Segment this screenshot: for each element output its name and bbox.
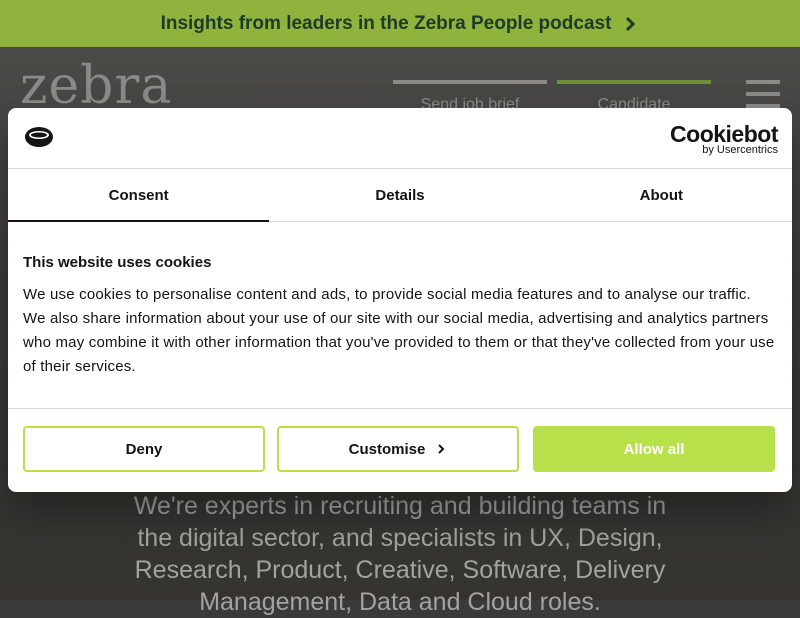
hero-description: We're experts in recruiting and building… bbox=[133, 492, 667, 616]
podcast-banner[interactable]: Insights from leaders in the Zebra Peopl… bbox=[0, 0, 800, 47]
dialog-title: This website uses cookies bbox=[23, 254, 212, 271]
cookiebot-name: Cookiebot bbox=[670, 121, 778, 147]
deny-button[interactable]: Deny bbox=[23, 426, 265, 472]
customise-button[interactable]: Customise bbox=[277, 426, 519, 472]
chevron-right-icon bbox=[626, 16, 636, 31]
podcast-banner-text[interactable]: Insights from leaders in the Zebra Peopl… bbox=[161, 13, 612, 35]
tab-about[interactable]: About bbox=[531, 169, 792, 221]
cookie-consent-dialog: Cookiebot by Usercentrics Consent Detail… bbox=[8, 108, 792, 492]
cookie-icon bbox=[25, 127, 53, 147]
customise-label: Customise bbox=[348, 440, 426, 458]
tab-consent[interactable]: Consent bbox=[8, 169, 270, 222]
dialog-tabs: Consent Details About bbox=[8, 169, 792, 222]
allow-all-button[interactable]: Allow all bbox=[533, 426, 775, 472]
cookiebot-logo[interactable]: Cookiebot by Usercentrics bbox=[670, 122, 778, 156]
dialog-body: This website uses cookies We use cookies… bbox=[23, 254, 777, 379]
tab-details[interactable]: Details bbox=[269, 169, 530, 221]
dialog-description: We use cookies to personalise content an… bbox=[23, 286, 775, 375]
deny-label: Deny bbox=[125, 440, 163, 458]
chevron-right-icon bbox=[438, 444, 445, 454]
allow-all-label: Allow all bbox=[623, 440, 685, 458]
dialog-header: Cookiebot by Usercentrics bbox=[8, 108, 792, 169]
zebra-logo[interactable]: zebra bbox=[20, 56, 172, 116]
dialog-footer: Deny Customise Allow all bbox=[8, 408, 792, 492]
